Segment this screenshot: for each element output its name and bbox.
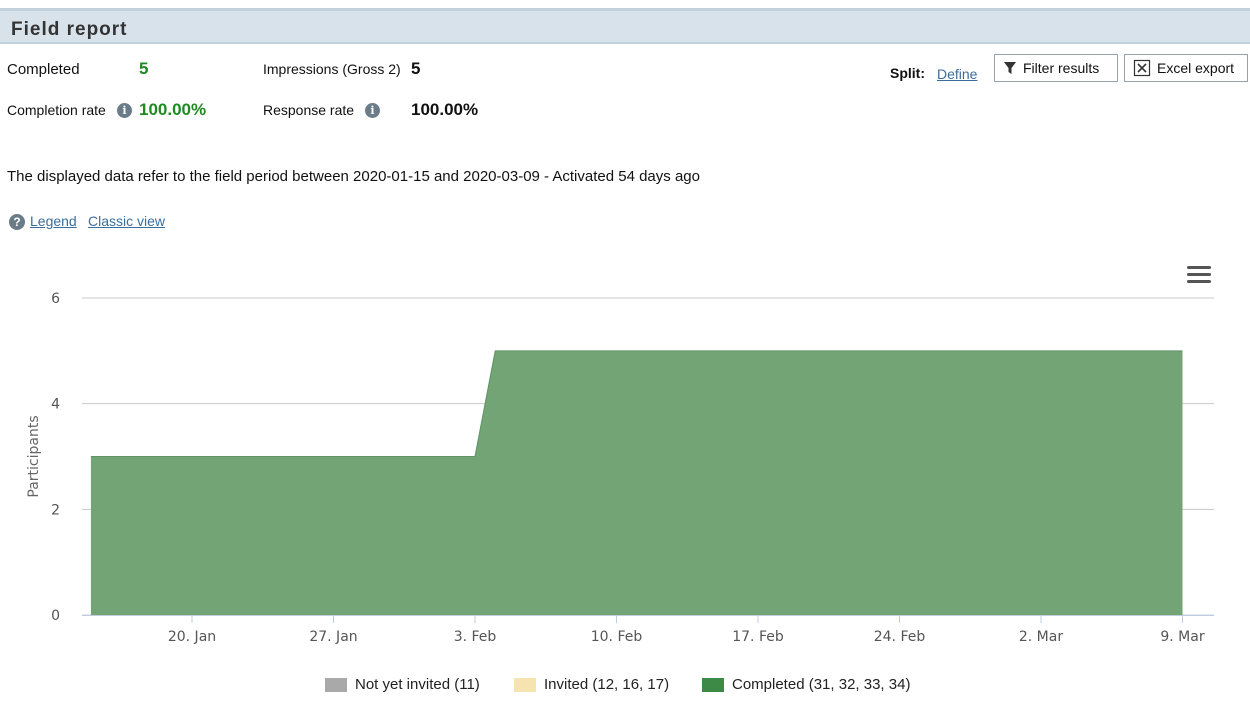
x-tick-label: 9. Mar [1160, 629, 1204, 645]
classic-view-link[interactable]: Classic view [88, 213, 165, 229]
impressions-value: 5 [411, 59, 421, 78]
legend-label: Invited (12, 16, 17) [544, 676, 670, 693]
legend-swatch [325, 677, 347, 692]
legend-item-completed[interactable]: Completed (31, 32, 33, 34) [702, 676, 910, 693]
filter-results-button[interactable]: Filter results [994, 54, 1118, 82]
legend-item-invited[interactable]: Invited (12, 16, 17) [514, 676, 669, 693]
y-tick-label: 2 [51, 502, 60, 518]
x-tick-label: 20. Jan [168, 629, 216, 645]
response-rate-value: 100.00% [411, 100, 479, 119]
legend-link[interactable]: Legend [30, 213, 77, 229]
impressions-label: Impressions (Gross 2) [263, 61, 401, 77]
y-tick-label: 0 [51, 608, 60, 624]
legend-label: Completed (31, 32, 33, 34) [732, 676, 911, 693]
info-icon[interactable]: i [365, 103, 380, 118]
excel-icon [1133, 59, 1151, 77]
completed-value: 5 [139, 59, 149, 78]
legend-item-not-invited[interactable]: Not yet invited (11) [325, 676, 480, 693]
excel-export-button[interactable]: Excel export [1124, 54, 1248, 82]
filter-results-label: Filter results [1023, 60, 1100, 76]
completion-rate-label: Completion rate [7, 102, 106, 118]
split-define-link[interactable]: Define [937, 66, 977, 82]
legend-swatch [702, 677, 724, 692]
participants-area-chart: 0 2 4 6 20. Jan 27. Jan 3. Feb 10. Feb 17. Feb 24… [26, 291, 1214, 645]
x-tick-label: 2. Mar [1019, 629, 1063, 645]
x-tick-label: 3. Feb [454, 629, 497, 645]
info-icon[interactable]: i [117, 103, 132, 118]
y-tick-label: 6 [51, 291, 60, 307]
question-icon: ? [9, 214, 25, 230]
chart-legend: Not yet invited (11) Invited (12, 16, 17… [0, 676, 1250, 700]
legend-label: Not yet invited (11) [355, 676, 480, 693]
x-tick-label: 24. Feb [874, 629, 926, 645]
x-tick-label: 27. Jan [309, 629, 357, 645]
funnel-icon [1003, 61, 1017, 75]
response-rate-label: Response rate [263, 102, 355, 118]
completed-label: Completed [7, 61, 80, 78]
y-tick-label: 4 [51, 397, 60, 413]
y-axis-title: Participants [26, 415, 42, 497]
completion-rate-value: 100.00% [139, 100, 207, 119]
x-tick-label: 17. Feb [732, 629, 784, 645]
excel-export-label: Excel export [1157, 60, 1235, 76]
series-area-completed [90, 350, 1183, 615]
field-period-text: The displayed data refer to the field pe… [7, 168, 700, 185]
legend-swatch [514, 677, 536, 692]
page-title: Field report [11, 19, 128, 40]
header-bar: Field report [0, 8, 1250, 44]
x-tick-label: 10. Feb [591, 629, 643, 645]
split-label: Split: [890, 65, 925, 81]
